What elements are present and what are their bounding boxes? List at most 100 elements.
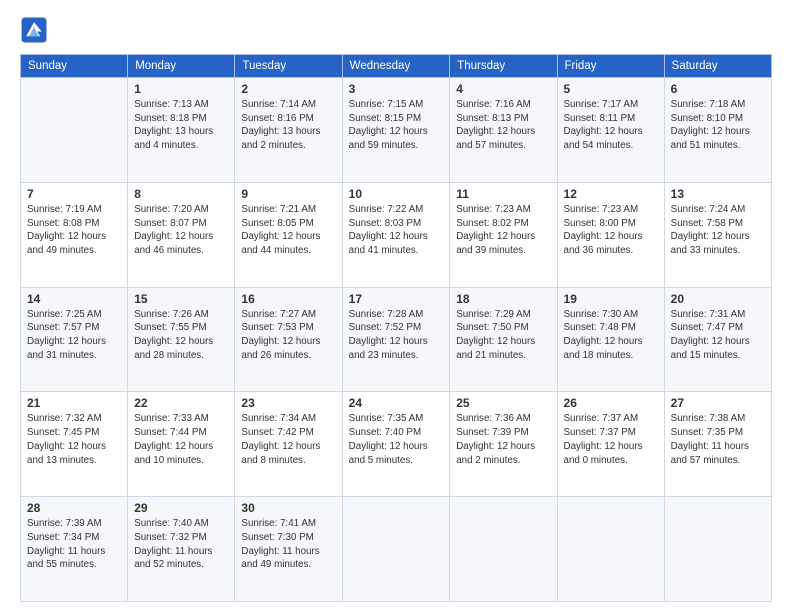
calendar-cell: 28 Sunrise: 7:39 AM Sunset: 7:34 PM Dayli… xyxy=(21,497,128,602)
day-number: 26 xyxy=(564,396,658,410)
cell-content: Sunrise: 7:34 AM Sunset: 7:42 PM Dayligh… xyxy=(241,412,335,467)
calendar-cell: 23Sunrise: 7:34 AM Sunset: 7:42 PM Dayli… xyxy=(235,392,342,497)
cell-content: Sunrise: 7:33 AM Sunset: 7:44 PM Dayligh… xyxy=(134,412,228,467)
day-number: 29 xyxy=(134,501,228,515)
cell-content: Sunrise: 7:29 AM Sunset: 7:50 PM Dayligh… xyxy=(456,308,550,363)
calendar-cell: 21Sunrise: 7:32 AM Sunset: 7:45 PM Dayli… xyxy=(21,392,128,497)
day-number: 27 xyxy=(671,396,765,410)
cell-content: Sunrise: 7:20 AM Sunset: 8:07 PM Dayligh… xyxy=(134,203,228,258)
cell-content: Sunrise: 7:18 AM Sunset: 8:10 PM Dayligh… xyxy=(671,98,765,153)
calendar-week-row: 21Sunrise: 7:32 AM Sunset: 7:45 PM Dayli… xyxy=(21,392,772,497)
calendar-cell: 20 Sunrise: 7:31 AM Sunset: 7:47 PM Dayli… xyxy=(664,287,771,392)
calendar-cell: 17Sunrise: 7:28 AM Sunset: 7:52 PM Dayli… xyxy=(342,287,450,392)
cell-content: Sunrise: 7:13 AM Sunset: 8:18 PM Dayligh… xyxy=(134,98,228,153)
cell-content: Sunrise: 7:32 AM Sunset: 7:45 PM Dayligh… xyxy=(27,412,121,467)
day-number: 20 xyxy=(671,292,765,306)
day-number: 3 xyxy=(349,82,444,96)
calendar-cell xyxy=(342,497,450,602)
header xyxy=(20,16,772,44)
calendar-cell: 29 Sunrise: 7:40 AM Sunset: 7:32 PM Dayli… xyxy=(128,497,235,602)
cell-content: Sunrise: 7:23 AM Sunset: 8:02 PM Dayligh… xyxy=(456,203,550,258)
calendar-cell: 24 Sunrise: 7:35 AM Sunset: 7:40 PM Dayli… xyxy=(342,392,450,497)
page: SundayMondayTuesdayWednesdayThursdayFrid… xyxy=(0,0,792,612)
day-number: 6 xyxy=(671,82,765,96)
cell-content: Sunrise: 7:35 AM Sunset: 7:40 PM Dayligh… xyxy=(349,412,444,467)
calendar-cell: 8 Sunrise: 7:20 AM Sunset: 8:07 PM Daylig… xyxy=(128,182,235,287)
calendar-cell: 12 Sunrise: 7:23 AM Sunset: 8:00 PM Dayli… xyxy=(557,182,664,287)
calendar-cell: 15 Sunrise: 7:26 AM Sunset: 7:55 PM Dayli… xyxy=(128,287,235,392)
cell-content: Sunrise: 7:23 AM Sunset: 8:00 PM Dayligh… xyxy=(564,203,658,258)
calendar-header-row: SundayMondayTuesdayWednesdayThursdayFrid… xyxy=(21,55,772,78)
weekday-header: Tuesday xyxy=(235,55,342,78)
cell-content: Sunrise: 7:40 AM Sunset: 7:32 PM Dayligh… xyxy=(134,517,228,572)
calendar-week-row: 1 Sunrise: 7:13 AM Sunset: 8:18 PM Daylig… xyxy=(21,78,772,183)
cell-content: Sunrise: 7:39 AM Sunset: 7:34 PM Dayligh… xyxy=(27,517,121,572)
day-number: 8 xyxy=(134,187,228,201)
weekday-header: Wednesday xyxy=(342,55,450,78)
calendar-cell: 6 Sunrise: 7:18 AM Sunset: 8:10 PM Daylig… xyxy=(664,78,771,183)
calendar-cell: 7 Sunrise: 7:19 AM Sunset: 8:08 PM Daylig… xyxy=(21,182,128,287)
cell-content: Sunrise: 7:16 AM Sunset: 8:13 PM Dayligh… xyxy=(456,98,550,153)
cell-content: Sunrise: 7:15 AM Sunset: 8:15 PM Dayligh… xyxy=(349,98,444,153)
day-number: 14 xyxy=(27,292,121,306)
day-number: 1 xyxy=(134,82,228,96)
calendar-cell: 25 Sunrise: 7:36 AM Sunset: 7:39 PM Dayli… xyxy=(450,392,557,497)
cell-content: Sunrise: 7:28 AM Sunset: 7:52 PM Dayligh… xyxy=(349,308,444,363)
day-number: 25 xyxy=(456,396,550,410)
weekday-header: Thursday xyxy=(450,55,557,78)
calendar-cell: 18 Sunrise: 7:29 AM Sunset: 7:50 PM Dayli… xyxy=(450,287,557,392)
calendar-cell: 19 Sunrise: 7:30 AM Sunset: 7:48 PM Dayli… xyxy=(557,287,664,392)
calendar-week-row: 28 Sunrise: 7:39 AM Sunset: 7:34 PM Dayli… xyxy=(21,497,772,602)
calendar-cell: 30 Sunrise: 7:41 AM Sunset: 7:30 PM Dayli… xyxy=(235,497,342,602)
calendar-cell: 1 Sunrise: 7:13 AM Sunset: 8:18 PM Daylig… xyxy=(128,78,235,183)
cell-content: Sunrise: 7:41 AM Sunset: 7:30 PM Dayligh… xyxy=(241,517,335,572)
calendar-cell: 4Sunrise: 7:16 AM Sunset: 8:13 PM Daylig… xyxy=(450,78,557,183)
day-number: 24 xyxy=(349,396,444,410)
day-number: 9 xyxy=(241,187,335,201)
weekday-header: Sunday xyxy=(21,55,128,78)
day-number: 16 xyxy=(241,292,335,306)
calendar-cell xyxy=(21,78,128,183)
cell-content: Sunrise: 7:36 AM Sunset: 7:39 PM Dayligh… xyxy=(456,412,550,467)
day-number: 5 xyxy=(564,82,658,96)
calendar-cell: 22 Sunrise: 7:33 AM Sunset: 7:44 PM Dayli… xyxy=(128,392,235,497)
calendar-table: SundayMondayTuesdayWednesdayThursdayFrid… xyxy=(20,54,772,602)
calendar-cell: 3 Sunrise: 7:15 AM Sunset: 8:15 PM Daylig… xyxy=(342,78,450,183)
calendar-cell: 5 Sunrise: 7:17 AM Sunset: 8:11 PM Daylig… xyxy=(557,78,664,183)
cell-content: Sunrise: 7:24 AM Sunset: 7:58 PM Dayligh… xyxy=(671,203,765,258)
calendar-cell: 11 Sunrise: 7:23 AM Sunset: 8:02 PM Dayli… xyxy=(450,182,557,287)
day-number: 7 xyxy=(27,187,121,201)
cell-content: Sunrise: 7:22 AM Sunset: 8:03 PM Dayligh… xyxy=(349,203,444,258)
day-number: 15 xyxy=(134,292,228,306)
day-number: 2 xyxy=(241,82,335,96)
day-number: 22 xyxy=(134,396,228,410)
calendar-cell xyxy=(664,497,771,602)
cell-content: Sunrise: 7:26 AM Sunset: 7:55 PM Dayligh… xyxy=(134,308,228,363)
cell-content: Sunrise: 7:19 AM Sunset: 8:08 PM Dayligh… xyxy=(27,203,121,258)
calendar-cell: 9Sunrise: 7:21 AM Sunset: 8:05 PM Daylig… xyxy=(235,182,342,287)
calendar-cell xyxy=(450,497,557,602)
calendar-cell: 27Sunrise: 7:38 AM Sunset: 7:35 PM Dayli… xyxy=(664,392,771,497)
calendar-cell: 26 Sunrise: 7:37 AM Sunset: 7:37 PM Dayli… xyxy=(557,392,664,497)
day-number: 18 xyxy=(456,292,550,306)
day-number: 30 xyxy=(241,501,335,515)
calendar-week-row: 7 Sunrise: 7:19 AM Sunset: 8:08 PM Daylig… xyxy=(21,182,772,287)
cell-content: Sunrise: 7:37 AM Sunset: 7:37 PM Dayligh… xyxy=(564,412,658,467)
cell-content: Sunrise: 7:14 AM Sunset: 8:16 PM Dayligh… xyxy=(241,98,335,153)
calendar-week-row: 14Sunrise: 7:25 AM Sunset: 7:57 PM Dayli… xyxy=(21,287,772,392)
day-number: 19 xyxy=(564,292,658,306)
cell-content: Sunrise: 7:17 AM Sunset: 8:11 PM Dayligh… xyxy=(564,98,658,153)
calendar-cell: 2 Sunrise: 7:14 AM Sunset: 8:16 PM Daylig… xyxy=(235,78,342,183)
calendar-cell: 14Sunrise: 7:25 AM Sunset: 7:57 PM Dayli… xyxy=(21,287,128,392)
logo xyxy=(20,16,52,44)
cell-content: Sunrise: 7:30 AM Sunset: 7:48 PM Dayligh… xyxy=(564,308,658,363)
day-number: 10 xyxy=(349,187,444,201)
calendar-cell: 13 Sunrise: 7:24 AM Sunset: 7:58 PM Dayli… xyxy=(664,182,771,287)
day-number: 28 xyxy=(27,501,121,515)
day-number: 12 xyxy=(564,187,658,201)
weekday-header: Saturday xyxy=(664,55,771,78)
weekday-header: Friday xyxy=(557,55,664,78)
cell-content: Sunrise: 7:31 AM Sunset: 7:47 PM Dayligh… xyxy=(671,308,765,363)
day-number: 11 xyxy=(456,187,550,201)
day-number: 13 xyxy=(671,187,765,201)
